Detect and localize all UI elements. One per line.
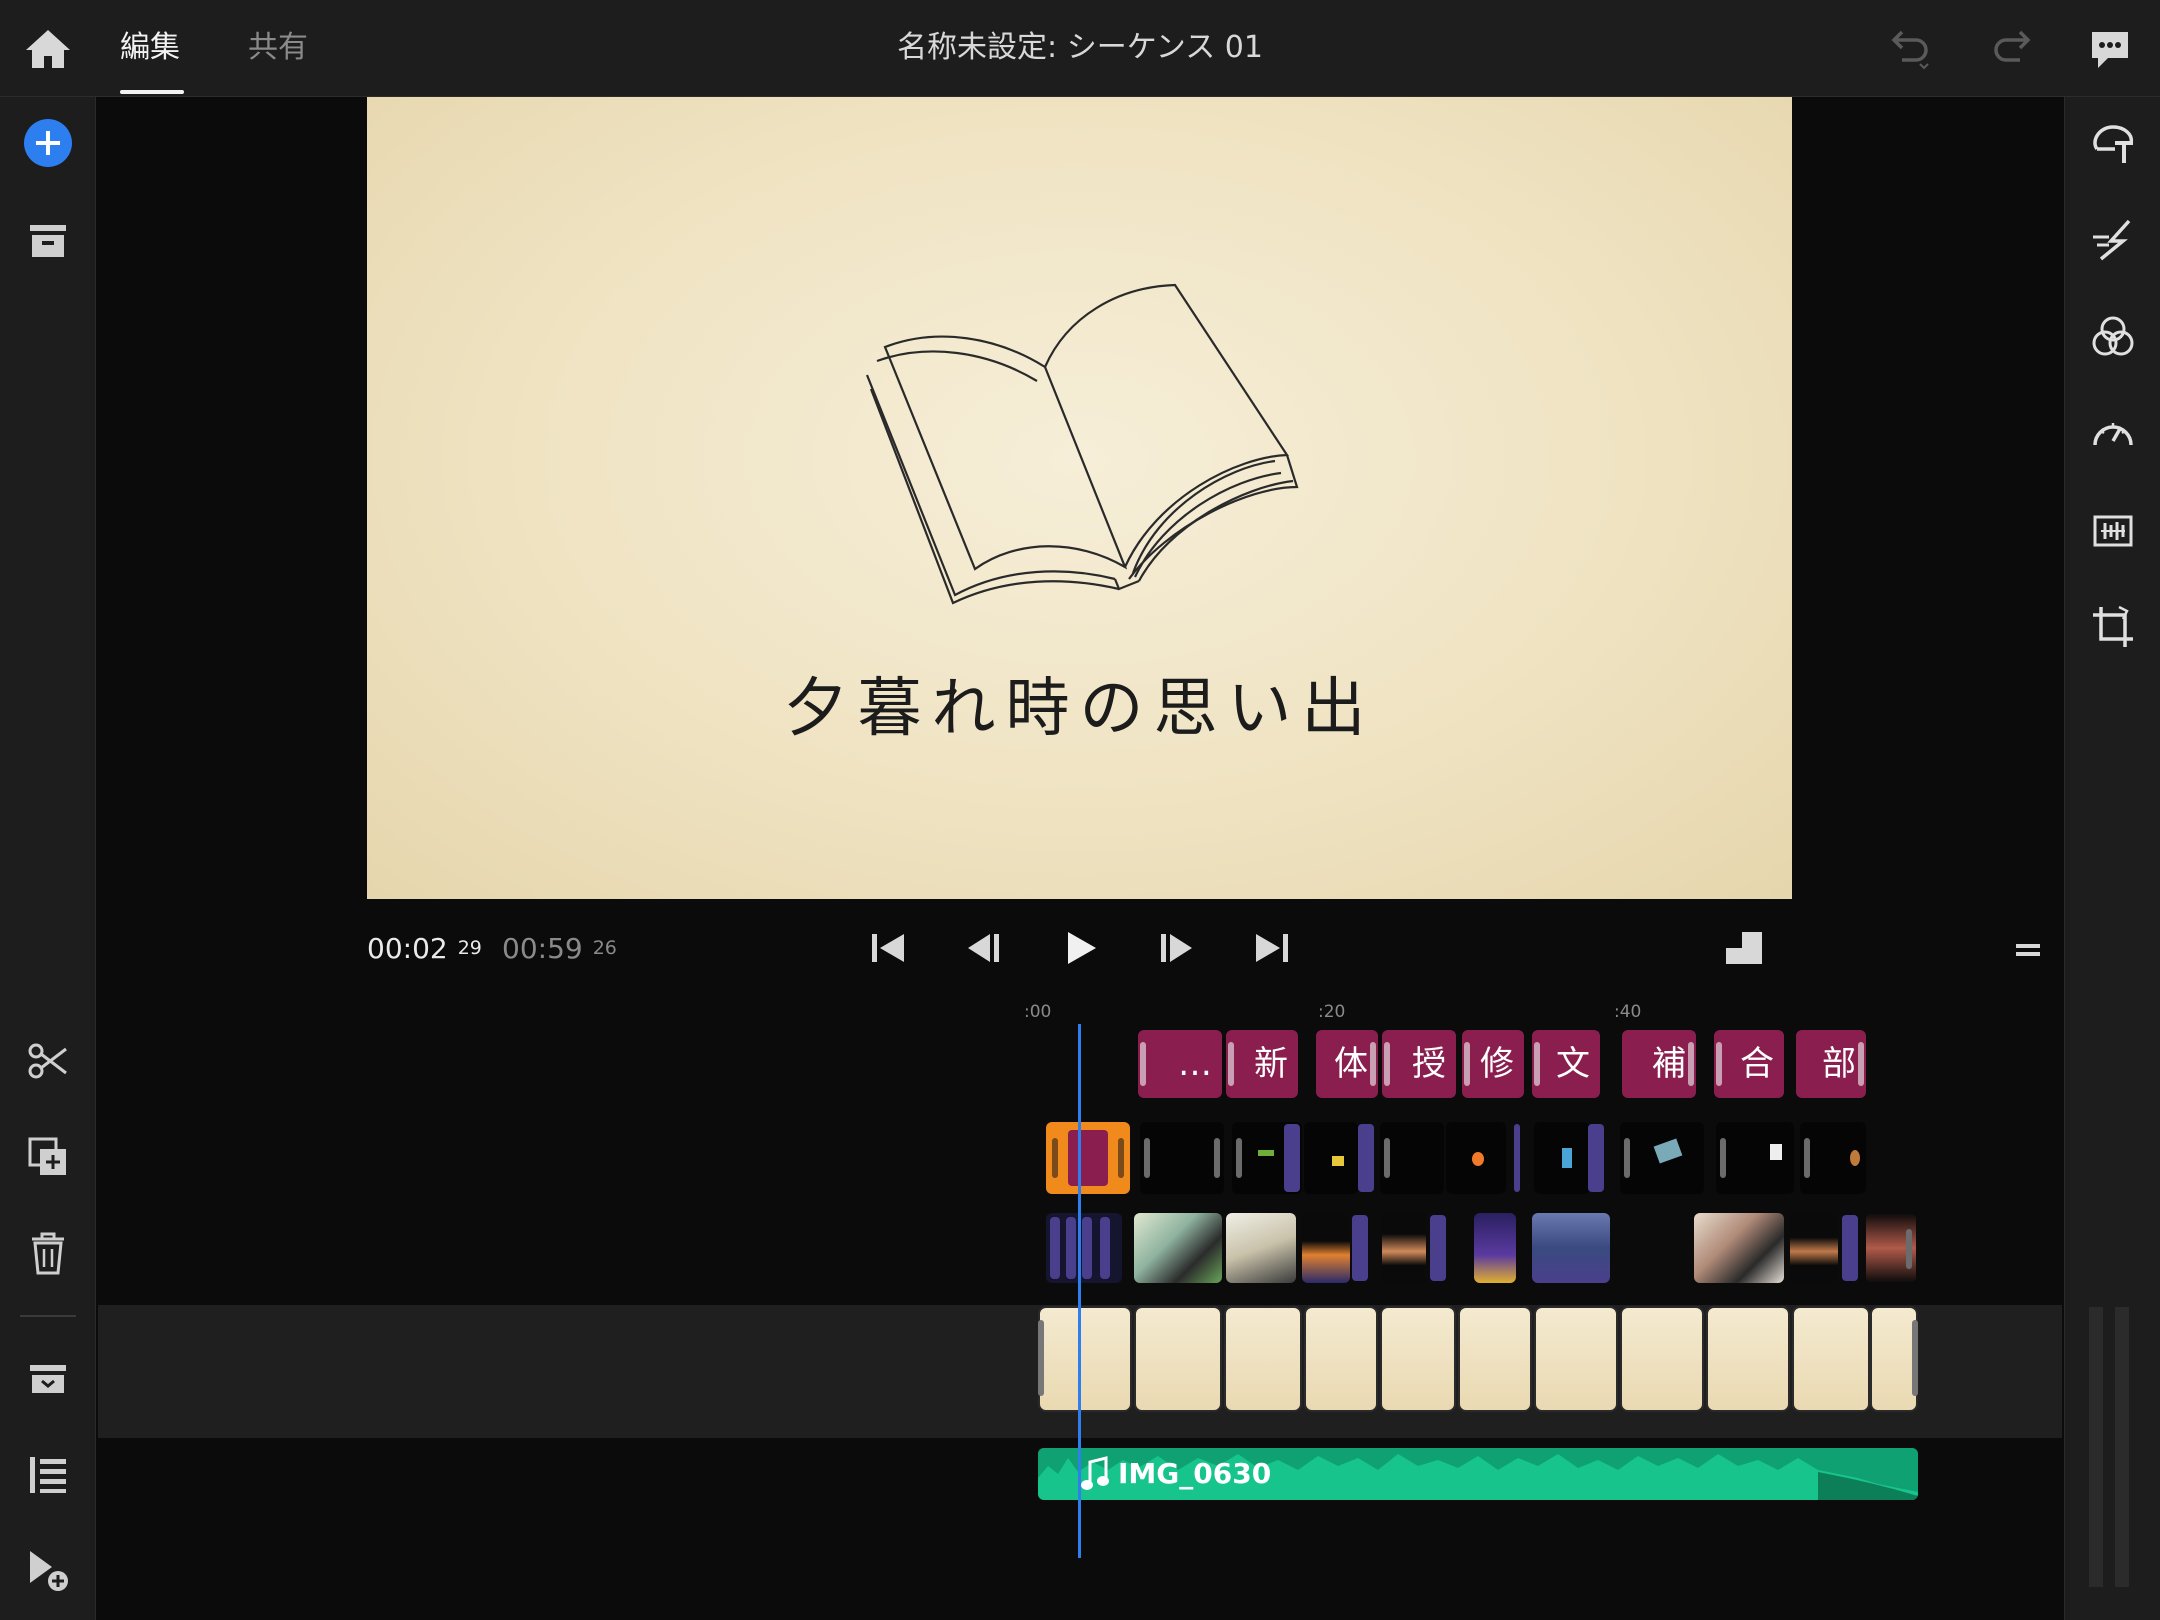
play-icon[interactable] — [1056, 924, 1104, 972]
title-clip[interactable]: 体 — [1316, 1030, 1378, 1098]
overlay-clip[interactable] — [1140, 1122, 1224, 1194]
transition-marker[interactable] — [1284, 1124, 1300, 1192]
transition-marker[interactable] — [1842, 1215, 1858, 1281]
color-icon[interactable] — [2089, 313, 2137, 361]
right-toolbar — [2064, 97, 2160, 1620]
overlay-clip[interactable] — [1304, 1122, 1358, 1194]
track-list-icon[interactable] — [24, 1451, 72, 1499]
primary-clip[interactable] — [1870, 1306, 1918, 1412]
video-clip[interactable] — [1532, 1213, 1610, 1283]
title-clip[interactable]: 部 — [1796, 1030, 1866, 1098]
add-track-icon[interactable] — [24, 1547, 72, 1595]
duration-timecode: 00:59 26 — [502, 932, 617, 965]
ruler-label-20: :20 — [1318, 1002, 1346, 1022]
overlay-clip[interactable] — [1380, 1122, 1444, 1194]
title-clip[interactable]: … — [1138, 1030, 1222, 1098]
primary-clip[interactable] — [1534, 1306, 1618, 1412]
program-monitor[interactable]: 夕暮れ時の思い出 — [367, 97, 1792, 899]
primary-clip[interactable] — [1134, 1306, 1222, 1412]
primary-clip[interactable] — [1458, 1306, 1532, 1412]
title-caption: 夕暮れ時の思い出 — [783, 672, 1376, 746]
title-clip[interactable]: 合 — [1714, 1030, 1784, 1098]
archive-icon[interactable] — [24, 1355, 72, 1403]
video-clip[interactable] — [1382, 1213, 1426, 1283]
primary-clip[interactable] — [1620, 1306, 1704, 1412]
audio-clip[interactable]: IMG_0630 — [1038, 1448, 1918, 1500]
primary-clip[interactable] — [1380, 1306, 1456, 1412]
titles-icon[interactable] — [2089, 119, 2137, 167]
delete-icon[interactable] — [24, 1229, 72, 1277]
video-clip[interactable] — [1866, 1213, 1916, 1283]
title-clip[interactable]: 補 — [1622, 1030, 1696, 1098]
trim-handle[interactable] — [1912, 1320, 1918, 1396]
title-clip[interactable]: 授 — [1382, 1030, 1456, 1098]
redo-icon[interactable] — [1988, 26, 2036, 72]
overlay-clip[interactable] — [1534, 1122, 1590, 1194]
audio-clip-name: IMG_0630 — [1118, 1457, 1272, 1490]
title-clip[interactable]: 新 — [1226, 1030, 1298, 1098]
feedback-icon[interactable] — [2086, 26, 2134, 72]
playhead[interactable] — [1078, 1024, 1081, 1558]
trim-handle[interactable] — [1038, 1320, 1044, 1396]
primary-clip[interactable] — [1304, 1306, 1378, 1412]
active-tab-indicator — [120, 90, 184, 94]
primary-clip[interactable] — [1224, 1306, 1302, 1412]
go-to-start-icon[interactable] — [864, 924, 912, 972]
primary-clip[interactable] — [1038, 1306, 1132, 1412]
video-clip[interactable] — [1046, 1213, 1122, 1283]
audio-icon[interactable] — [2089, 507, 2137, 555]
overlay-clip[interactable] — [1620, 1122, 1704, 1194]
speed-icon[interactable] — [2089, 409, 2137, 457]
music-note-icon — [1081, 1456, 1109, 1490]
transition-marker[interactable] — [1588, 1124, 1604, 1192]
video-clip[interactable] — [1226, 1213, 1296, 1283]
transition-marker[interactable] — [1352, 1215, 1368, 1281]
book-illustration — [865, 283, 1299, 605]
overlay-clip[interactable] — [1446, 1122, 1506, 1194]
video-clip[interactable] — [1302, 1213, 1350, 1283]
video-clip[interactable] — [1790, 1213, 1838, 1283]
duplicate-icon[interactable] — [24, 1133, 72, 1181]
split-icon[interactable] — [24, 1037, 72, 1085]
audio-meter-right — [2115, 1307, 2129, 1587]
transitions-icon[interactable] — [2089, 215, 2137, 263]
primary-clip[interactable] — [1792, 1306, 1870, 1412]
overlay-clip[interactable] — [1716, 1122, 1794, 1194]
timeline-menu-icon[interactable] — [2006, 930, 2050, 970]
rail-divider — [20, 1315, 76, 1317]
transition-marker[interactable] — [1358, 1124, 1374, 1192]
primary-clip[interactable] — [1706, 1306, 1790, 1412]
add-media-icon[interactable] — [24, 119, 72, 167]
video-clip[interactable] — [1474, 1213, 1516, 1283]
current-timecode: 00:02 29 — [367, 932, 482, 965]
ruler-label-0: :00 — [1024, 1002, 1052, 1022]
top-bar: 編集 共有 名称未設定: シーケンス 01 — [0, 0, 2160, 97]
title-clip[interactable]: 文 — [1532, 1030, 1600, 1098]
step-back-icon[interactable] — [960, 924, 1008, 972]
undo-icon[interactable] — [1886, 26, 1934, 72]
transition-marker[interactable] — [1514, 1124, 1520, 1192]
overlay-clip[interactable] — [1800, 1122, 1866, 1194]
sequence-title[interactable]: 名称未設定: シーケンス 01 — [0, 28, 2160, 68]
video-clip[interactable] — [1134, 1213, 1222, 1283]
transition-marker[interactable] — [1430, 1215, 1446, 1281]
video-clip[interactable] — [1694, 1213, 1784, 1283]
project-panel-icon[interactable] — [24, 217, 72, 265]
fullscreen-icon[interactable] — [1720, 924, 1768, 972]
audio-meter-left — [2089, 1307, 2103, 1587]
left-toolbar — [0, 97, 96, 1620]
selected-clip[interactable] — [1046, 1122, 1130, 1194]
crop-icon[interactable] — [2089, 603, 2137, 651]
title-clip[interactable]: 修 — [1462, 1030, 1524, 1098]
go-to-end-icon[interactable] — [1248, 924, 1296, 972]
ruler-label-40: :40 — [1614, 1002, 1642, 1022]
step-forward-icon[interactable] — [1152, 924, 1200, 972]
